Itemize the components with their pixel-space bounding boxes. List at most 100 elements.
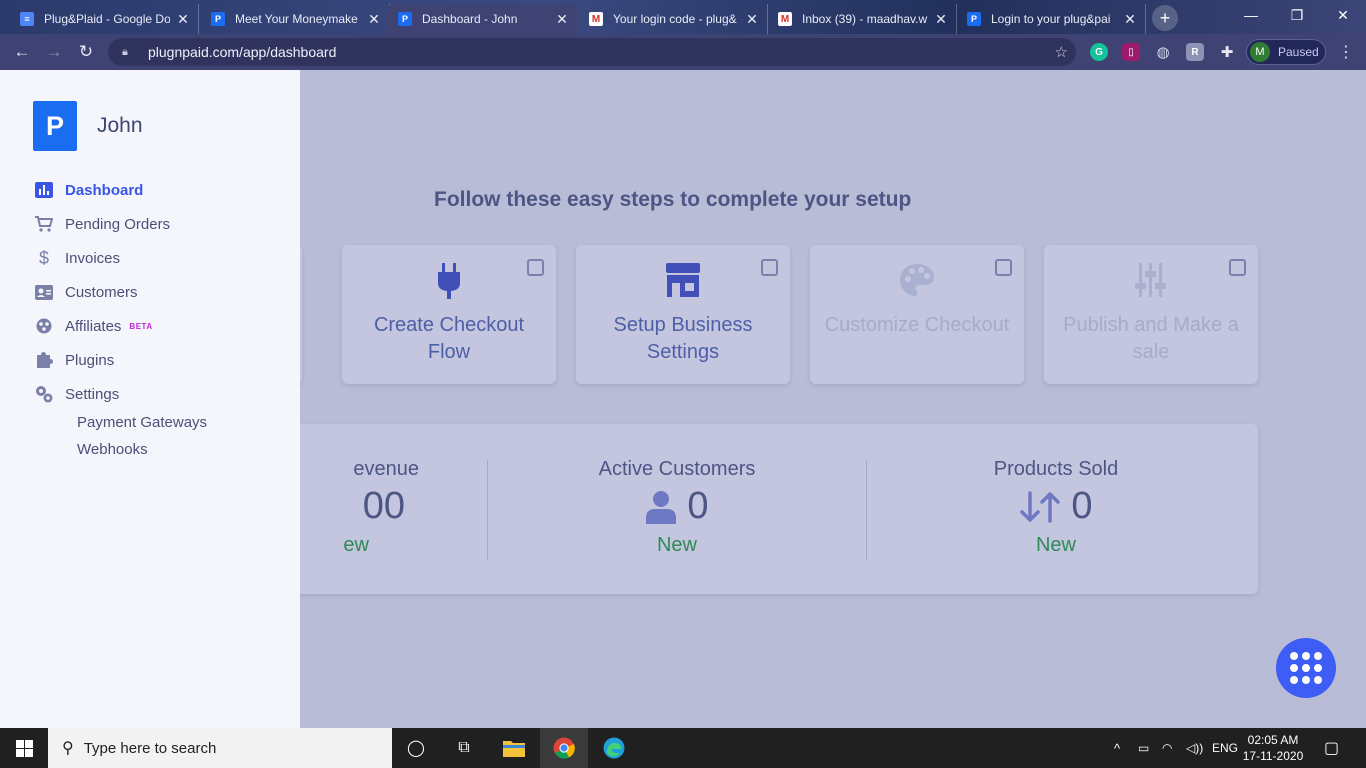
step-card-business-settings[interactable]: Setup Business Settings — [576, 245, 790, 384]
reload-button[interactable]: ↻ — [74, 40, 98, 64]
sidebar-subitem-webhooks[interactable]: Webhooks — [77, 441, 148, 458]
browser-toolbar: ← → ↻ 🔒︎ plugnpaid.com/app/dashboard ☆ G… — [0, 34, 1366, 70]
chrome-icon[interactable] — [540, 728, 588, 768]
forward-button[interactable]: → — [42, 40, 66, 64]
search-icon: ⚲ — [62, 740, 74, 757]
tab-title: Plug&Plaid - Google Do — [44, 12, 170, 26]
sliders-icon — [1044, 263, 1258, 297]
minimize-button[interactable]: — — [1228, 0, 1274, 30]
browser-tab[interactable]: ≡ Plug&Plaid - Google Do ✕ — [8, 4, 199, 34]
docs-icon: ≡ — [20, 12, 34, 26]
edge-icon[interactable] — [590, 728, 638, 768]
sidebar-item-label: Invoices — [65, 249, 121, 267]
language-indicator[interactable]: ENG — [1212, 728, 1238, 768]
bookmark-star-icon[interactable]: ☆ — [1055, 43, 1068, 61]
browser-tab[interactable]: P Login to your plug&pai ✕ — [955, 4, 1146, 34]
sidebar-item-settings[interactable]: Settings — [33, 382, 119, 406]
affiliate-icon — [33, 317, 55, 335]
clock-time: 02:05 AM — [1247, 733, 1299, 747]
tab-title: Inbox (39) - maadhav.w — [802, 12, 928, 26]
sidebar-item-pending-orders[interactable]: Pending Orders — [33, 212, 170, 236]
browser-tab[interactable]: P Meet Your Moneymake ✕ — [199, 4, 390, 34]
back-button[interactable]: ← — [10, 40, 34, 64]
sort-arrows-icon — [1020, 490, 1061, 523]
restore-button[interactable]: ❐ — [1274, 0, 1320, 30]
sidebar-subitem-payment-gateways[interactable]: Payment Gateways — [77, 414, 207, 431]
beta-badge: BETA — [129, 321, 153, 331]
task-view-icon[interactable]: ⧉ — [440, 728, 488, 768]
stats-panel: evenue 00 ew Active Customers 0 New Prod… — [196, 424, 1258, 594]
gears-icon — [33, 385, 55, 403]
sidebar-item-label: Pending Orders — [65, 215, 171, 233]
step-card-publish[interactable]: Publish and Make a sale — [1044, 245, 1258, 384]
sidebar-item-label: Plugins — [65, 351, 115, 369]
close-icon[interactable]: ✕ — [176, 11, 190, 28]
plugnpaid-icon: P — [211, 12, 225, 26]
file-explorer-icon[interactable] — [490, 728, 538, 768]
new-tab-button[interactable]: + — [1152, 5, 1178, 31]
close-icon[interactable]: ✕ — [555, 11, 569, 28]
windows-start-icon[interactable] — [0, 728, 48, 768]
sidebar-item-plugins[interactable]: Plugins — [33, 348, 114, 372]
wifi-icon[interactable]: ◠ — [1162, 728, 1172, 768]
cortana-icon[interactable]: ◯ — [392, 728, 440, 768]
step-label: Publish and Make a sale — [1063, 314, 1239, 363]
contact-card-icon — [33, 283, 55, 301]
plugnpaid-icon: P — [967, 12, 981, 26]
profile-status: Paused — [1278, 45, 1319, 59]
stat-value: 0 — [1071, 485, 1093, 527]
browser-tab[interactable]: M Inbox (39) - maadhav.w ✕ — [766, 4, 957, 34]
sidebar: P John Dashboard Pending Orders $ Invoic… — [0, 70, 300, 728]
gmail-icon: M — [589, 12, 603, 26]
close-icon[interactable]: ✕ — [745, 11, 759, 28]
step-card-create-checkout[interactable]: Create Checkout Flow — [342, 245, 556, 384]
avatar: M — [1250, 42, 1270, 62]
user-icon — [646, 490, 677, 524]
sidebar-item-label: Customers — [65, 283, 138, 301]
globe-icon[interactable]: ◍ — [1154, 43, 1172, 61]
tab-title: Your login code - plug& — [613, 12, 737, 26]
sidebar-item-label: Settings — [65, 385, 120, 403]
tray-chevron-icon[interactable]: ^ — [1114, 728, 1120, 768]
profile-button[interactable]: M Paused — [1246, 39, 1326, 65]
grammarly-icon[interactable]: G — [1090, 43, 1108, 61]
lock-icon: 🔒︎ — [122, 45, 128, 58]
close-icon[interactable]: ✕ — [1123, 11, 1137, 28]
plugnpaid-logo[interactable]: P — [33, 101, 77, 151]
plugnpaid-icon: P — [398, 12, 412, 26]
browser-tab-active[interactable]: P Dashboard - John ✕ — [386, 4, 577, 34]
sidebar-item-affiliates[interactable]: Affiliates BETA — [33, 314, 153, 338]
tab-title: Login to your plug&pai — [991, 12, 1111, 26]
step-label: Create Checkout Flow — [373, 314, 525, 363]
url-text: plugnpaid.com/app/dashboard — [148, 44, 337, 60]
volume-icon[interactable]: ◁)) — [1186, 728, 1203, 768]
stat-value: 0 — [687, 485, 709, 527]
extension-icon[interactable]: R — [1186, 43, 1204, 61]
sidebar-item-invoices[interactable]: $ Invoices — [33, 246, 120, 270]
divider — [866, 460, 867, 560]
close-window-button[interactable]: ✕ — [1320, 0, 1366, 30]
battery-icon[interactable]: ▭ — [1138, 728, 1149, 768]
browser-tab[interactable]: M Your login code - plug& ✕ — [577, 4, 768, 34]
sidebar-item-dashboard[interactable]: Dashboard — [33, 178, 143, 202]
sidebar-item-label: Affiliates — [65, 317, 122, 335]
extension-icon[interactable]: ▯ — [1122, 43, 1140, 61]
user-name: John — [97, 114, 143, 137]
stat-sub: New — [1035, 534, 1076, 556]
close-icon[interactable]: ✕ — [367, 11, 381, 28]
clock-date: 17-11-2020 — [1242, 749, 1304, 763]
apps-grid-button[interactable] — [1276, 638, 1336, 698]
close-icon[interactable]: ✕ — [934, 11, 948, 28]
more-menu-icon[interactable]: ⋮ — [1338, 42, 1354, 62]
address-bar[interactable]: 🔒︎ plugnpaid.com/app/dashboard ☆ — [108, 38, 1076, 66]
stat-value-row: 0 — [497, 485, 857, 528]
taskbar-clock[interactable]: 02:05 AM 17-11-2020 — [1240, 732, 1306, 764]
sidebar-item-customers[interactable]: Customers — [33, 280, 138, 304]
step-card-customize-checkout[interactable]: Customize Checkout — [810, 245, 1024, 384]
puzzle-icon[interactable]: ✚ — [1218, 43, 1236, 61]
divider — [487, 460, 488, 560]
notifications-icon[interactable]: ▢ — [1324, 728, 1339, 768]
bar-chart-icon — [33, 181, 55, 199]
taskbar-search[interactable]: ⚲ Type here to search — [48, 728, 392, 768]
gmail-icon: M — [778, 12, 792, 26]
